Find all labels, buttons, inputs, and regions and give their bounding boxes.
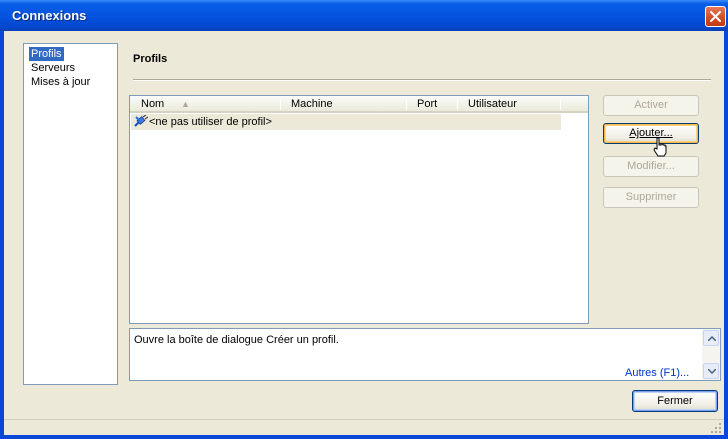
nav-item-profils[interactable]: Profils	[29, 47, 64, 61]
scroll-down-button[interactable]	[703, 363, 719, 379]
column-header-utilisateur[interactable]: Utilisateur	[457, 96, 560, 113]
column-header-port[interactable]: Port	[406, 96, 458, 113]
dialog-client-area: Profils Serveurs Mises à jour Profils No…	[4, 31, 724, 435]
profile-name-cell: <ne pas utiliser de profil>	[149, 116, 272, 128]
close-window-button[interactable]	[705, 6, 726, 27]
edit-button[interactable]: Modifier...	[603, 156, 699, 177]
column-header-label: Nom	[141, 98, 165, 110]
help-link[interactable]: Autres (F1)...	[625, 367, 689, 379]
hand-cursor-icon	[653, 137, 667, 157]
category-nav: Profils Serveurs Mises à jour	[23, 43, 118, 385]
column-header-label: Utilisateur	[468, 98, 517, 110]
table-row[interactable]: <ne pas utiliser de profil>	[131, 114, 561, 130]
chevron-down-icon	[708, 369, 716, 374]
column-header-nom[interactable]: Nom	[130, 96, 280, 113]
resize-grip-icon[interactable]	[710, 422, 722, 434]
column-header-label: Machine	[291, 98, 333, 110]
section-divider	[133, 79, 711, 81]
status-bar	[4, 419, 724, 435]
sort-ascending-icon: ▲	[181, 99, 190, 109]
fermer-button[interactable]: Fermer	[632, 390, 718, 412]
list-header: Nom ▲ Machine Port Utilisateur	[130, 96, 588, 113]
close-icon	[710, 11, 721, 22]
nav-item-serveurs[interactable]: Serveurs	[29, 61, 77, 75]
column-divider[interactable]	[560, 99, 561, 110]
description-panel: Ouvre la boîte de dialogue Créer un prof…	[129, 328, 721, 381]
chevron-up-icon	[708, 336, 716, 341]
section-title: Profils	[133, 53, 168, 65]
window-title: Connexions	[12, 8, 87, 23]
add-button[interactable]: Ajouter...	[603, 123, 699, 144]
scroll-up-button[interactable]	[703, 330, 719, 346]
activate-button[interactable]: Activer	[603, 95, 699, 116]
profiles-list[interactable]: Nom ▲ Machine Port Utilisateur <ne pas u…	[129, 95, 589, 324]
column-header-machine[interactable]: Machine	[280, 96, 405, 113]
connection-plug-icon	[134, 114, 149, 131]
nav-item-mises-a-jour[interactable]: Mises à jour	[29, 75, 92, 89]
description-text: Ouvre la boîte de dialogue Créer un prof…	[134, 334, 339, 346]
delete-button[interactable]: Supprimer	[603, 187, 699, 208]
connections-window: Connexions Profils Serveurs Mises à jour…	[0, 0, 728, 439]
title-bar[interactable]: Connexions	[0, 0, 728, 31]
column-header-label: Port	[417, 98, 438, 110]
description-scrollbar[interactable]	[702, 329, 720, 380]
